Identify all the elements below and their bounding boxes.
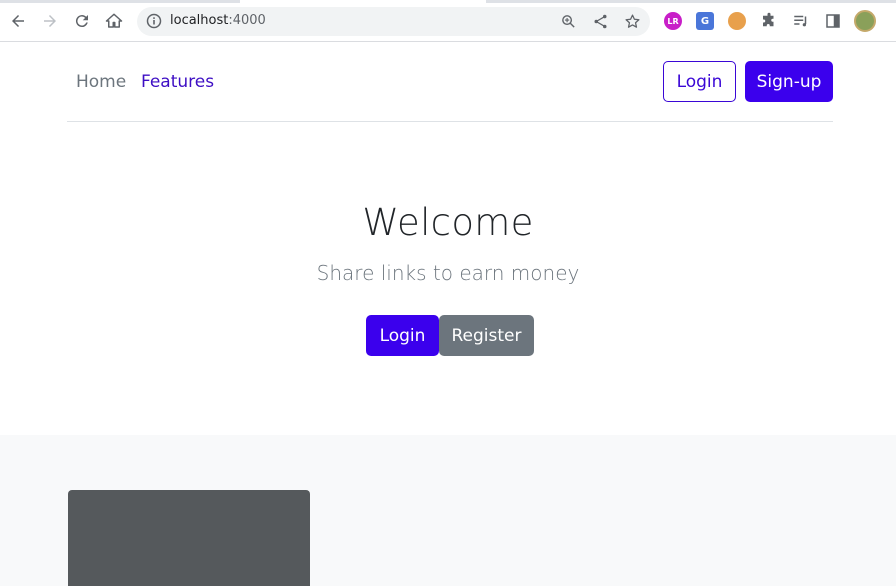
site-navbar: Home Features Login Sign-up [67, 42, 833, 122]
hero-register-button[interactable]: Register [439, 315, 534, 356]
forward-icon[interactable] [38, 9, 62, 33]
hero-subtitle: Share links to earn money [316, 261, 580, 285]
reload-icon[interactable] [70, 9, 94, 33]
hero-title: Welcome [362, 201, 534, 244]
navbar-signup-button[interactable]: Sign-up [745, 61, 833, 102]
extension-lr-text: LR [667, 16, 679, 26]
features-section [0, 435, 896, 586]
nav-home-link[interactable]: Home [76, 71, 126, 93]
site-info-icon[interactable] [146, 13, 162, 29]
card-image-placeholder [68, 490, 310, 586]
translate-icon[interactable]: G [696, 12, 714, 30]
nav-features-link[interactable]: Features [141, 71, 214, 93]
url-text[interactable]: localhost:4000 [170, 12, 266, 30]
navbar-login-button[interactable]: Login [663, 61, 736, 102]
profile-avatar[interactable] [854, 10, 876, 32]
extension-lr-icon[interactable]: LR [664, 12, 682, 30]
puzzle-extensions-icon[interactable] [757, 9, 781, 33]
url-port: :4000 [228, 13, 266, 28]
reading-list-icon[interactable] [789, 9, 813, 33]
share-icon[interactable] [592, 13, 609, 30]
address-bar[interactable]: localhost:4000 [137, 7, 650, 36]
back-icon[interactable] [6, 9, 30, 33]
cookie-icon[interactable] [728, 12, 746, 30]
zoom-icon[interactable] [560, 13, 577, 30]
bookmark-star-icon[interactable] [624, 13, 641, 30]
tab-strip [0, 0, 240, 3]
side-panel-icon[interactable] [821, 9, 845, 33]
translate-text: G [700, 15, 710, 27]
home-icon[interactable] [102, 9, 126, 33]
url-host: localhost [170, 13, 229, 28]
hero-login-button[interactable]: Login [366, 315, 439, 356]
browser-toolbar: localhost:4000 LR G [0, 0, 896, 42]
tab-strip [486, 0, 896, 3]
